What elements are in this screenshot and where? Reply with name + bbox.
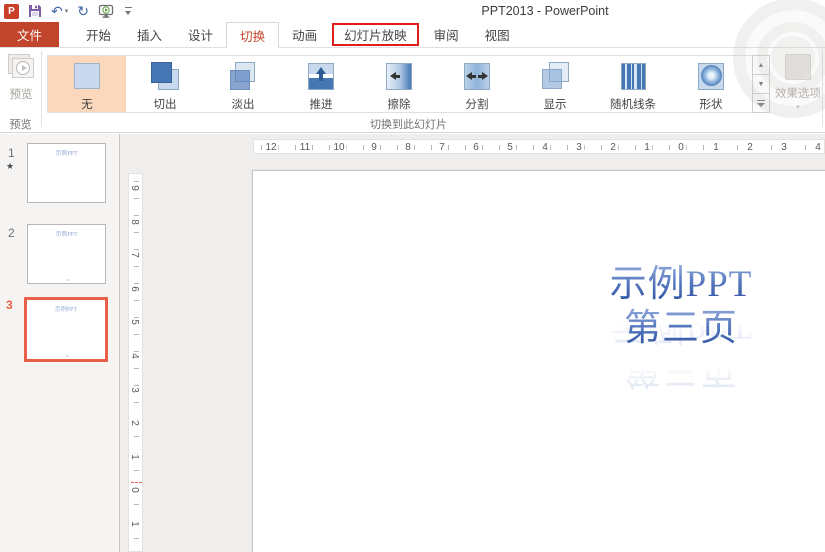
transition-gallery: 无 切出 淡出 推进 擦除 分割 显示 随机线条 形状 (47, 55, 770, 113)
ribbon-tab-bar: 文件 开始 插入 设计 切换 动画 幻灯片放映 审阅 视图 (0, 22, 825, 48)
start-slideshow-icon[interactable] (98, 2, 115, 20)
slide-title-text[interactable]: 示例PPT 示例PPT 第三页 第三页 (541, 263, 821, 390)
group-label-transition-to-this-slide: 切换到此幻灯片 (370, 119, 447, 131)
tab-home[interactable]: 开始 (73, 22, 124, 47)
transition-random-bars[interactable]: 随机线条 (594, 56, 672, 112)
transition-fade-icon (227, 61, 259, 93)
transition-shape-icon (695, 61, 727, 93)
tab-animations[interactable]: 动画 (279, 22, 330, 47)
undo-icon[interactable]: ↶ ▾ (51, 2, 68, 20)
tab-slideshow[interactable]: 幻灯片放映 (332, 23, 419, 46)
tab-transitions[interactable]: 切换 (226, 22, 280, 48)
transition-reveal[interactable]: 显示 (516, 56, 594, 112)
save-icon[interactable] (28, 2, 42, 20)
slide-number-placeholder (66, 279, 70, 281)
tab-insert[interactable]: 插入 (124, 22, 175, 47)
quick-access-toolbar: P ↶ ▾ ↻ (4, 2, 134, 20)
effect-options-caret-icon: ▾ (796, 104, 800, 111)
panel-splitter[interactable] (119, 134, 120, 552)
transition-wipe[interactable]: 擦除 (360, 56, 438, 112)
ribbon: 预览 预览 无 切出 淡出 推进 擦除 分割 显示 随机线条 形状 ▲ ▼ 效果… (0, 48, 825, 133)
vertical-ruler: 9 8 7 6 5 4 3 2 1 0 1 2 (128, 173, 143, 552)
transition-fade[interactable]: 淡出 (204, 56, 282, 112)
slide-3-number: 3 (6, 298, 13, 312)
slide-panel[interactable]: 1 ★ 示例PPT 2 示例PPT 3 示例PPT (0, 134, 119, 552)
effect-options-button[interactable]: 效果选项 ▾ (774, 52, 822, 122)
redo-icon[interactable]: ↻ (77, 2, 89, 20)
transition-split-icon (461, 61, 493, 93)
transition-random-bars-icon (617, 61, 649, 93)
group-label-preview: 预览 (9, 119, 32, 131)
tab-review[interactable]: 审阅 (421, 22, 472, 47)
gallery-more-icon[interactable] (752, 93, 770, 113)
slide-canvas[interactable]: 示例PPT 示例PPT 第三页 第三页 (252, 170, 825, 552)
slide-text-line-1: 示例PPT (541, 263, 821, 307)
slide-number-placeholder (66, 355, 69, 357)
transition-none[interactable]: 无 (48, 56, 126, 112)
tab-design[interactable]: 设计 (175, 22, 226, 47)
tab-file[interactable]: 文件 (0, 22, 60, 47)
transition-shape[interactable]: 形状 (672, 56, 750, 112)
slide-1-number: 1 (8, 146, 15, 160)
transition-none-icon (71, 61, 103, 93)
preview-button-label: 预览 (9, 89, 33, 101)
powerpoint-window: P ↶ ▾ ↻ PPT2013 - PowerPoint 文件 开始 插入 设计 … (0, 0, 825, 552)
slide-3-thumbnail[interactable]: 示例PPT (24, 297, 108, 362)
group-divider (41, 51, 42, 127)
preview-button[interactable]: 预览 (2, 52, 40, 114)
transition-push-icon (305, 61, 337, 93)
transition-cut-icon (149, 61, 181, 93)
transition-reveal-icon (539, 61, 571, 93)
title-bar: P ↶ ▾ ↻ PPT2013 - PowerPoint (0, 0, 825, 22)
group-divider (822, 51, 823, 127)
gallery-scroll-up-icon[interactable]: ▲ (752, 55, 770, 75)
tab-view[interactable]: 视图 (472, 22, 523, 47)
gallery-scroll-column: ▲ ▼ (752, 55, 770, 113)
horizontal-ruler: 12 11 10 9 8 7 6 5 4 3 2 1 0 1 2 3 4 (253, 139, 825, 154)
transition-push[interactable]: 推进 (282, 56, 360, 112)
slide-2-number: 2 (8, 226, 15, 240)
slide-1-thumbnail[interactable]: 示例PPT (27, 143, 106, 203)
workspace: 1 ★ 示例PPT 2 示例PPT 3 示例PPT 12 11 10 9 8 7… (0, 134, 825, 552)
customize-qat-icon[interactable] (124, 6, 134, 16)
powerpoint-logo-icon[interactable]: P (4, 3, 19, 19)
transition-wipe-icon (383, 61, 415, 93)
slide-2-thumbnail[interactable]: 示例PPT (27, 224, 106, 284)
effect-options-icon (785, 54, 811, 80)
undo-dropdown-caret[interactable]: ▾ (65, 7, 69, 15)
effect-options-label: 效果选项 (775, 88, 821, 100)
slide-text-line-2: 第三页 (541, 307, 821, 351)
transition-split[interactable]: 分割 (438, 56, 516, 112)
slide-1-transition-star-icon: ★ (6, 161, 15, 171)
slide-text-line-2-reflection: 第三页 (541, 347, 821, 391)
ruler-ticks (134, 174, 139, 551)
transition-cut[interactable]: 切出 (126, 56, 204, 112)
window-title: PPT2013 - PowerPoint (481, 4, 609, 18)
cursor-position-marker (131, 482, 142, 483)
gallery-scroll-down-icon[interactable]: ▼ (752, 74, 770, 94)
preview-icon (6, 54, 36, 82)
